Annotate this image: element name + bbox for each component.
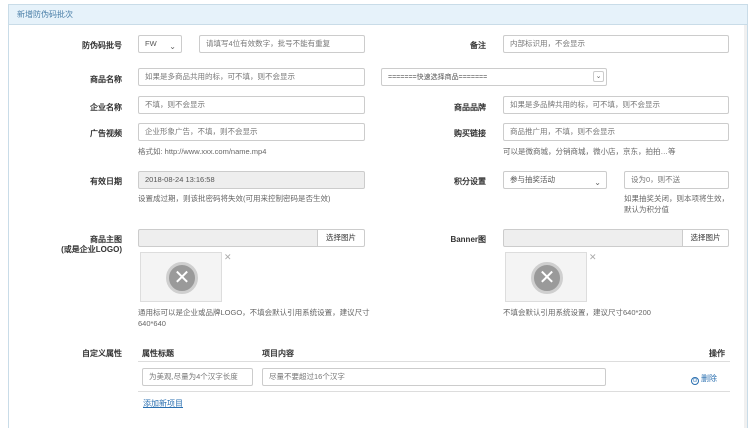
quick-select-value: =======快速选择商品======= (388, 74, 488, 81)
points-mode-value: 参与抽奖活动 (510, 175, 555, 184)
scrollbar[interactable] (744, 25, 747, 428)
company-name-input[interactable]: 不填，则不会显示 (138, 96, 365, 114)
form-panel: 新增防伪码批次 (8, 4, 748, 428)
banner-label: Banner图 (450, 235, 486, 244)
banner-image-path (503, 229, 683, 247)
points-value-input[interactable]: 设为0，则不送 (624, 171, 729, 189)
attr-content-input[interactable]: 尽量不要超过16个汉字 (262, 368, 606, 386)
banner-hint: 不填会默认引用系统设置，建议尺寸640*200 (503, 308, 651, 317)
quick-select-product[interactable]: =======快速选择商品======= ⌄ (381, 68, 607, 86)
expire-label: 有效日期 (90, 177, 122, 186)
main-image-preview: ✕ (140, 252, 222, 302)
points-hint: 如果抽奖关闭，则本项将生效，默认为积分值 (624, 194, 729, 214)
close-icon[interactable]: ✕ (589, 253, 597, 262)
batch-no-input[interactable]: 请填写4位有效数字，批号不能有重复 (199, 35, 365, 53)
expire-input[interactable]: 2018-08-24 13:16:58 (138, 171, 365, 189)
batch-prefix-select[interactable]: FW ⌄ (138, 35, 182, 53)
main-image-hint: 通用标可以是企业或品牌LOGO，不填会默认引用系统设置，建议尺寸640*640 (138, 308, 370, 328)
product-name-input[interactable]: 如果是多商品共用的标，可不填，则不会显示 (138, 68, 365, 86)
main-image-path (138, 229, 318, 247)
main-image-pick-button[interactable]: 选择图片 (318, 229, 365, 247)
brand-label: 商品品牌 (454, 103, 486, 112)
panel-title: 新增防伪码批次 (9, 5, 747, 25)
delete-row-button[interactable]: ⊙ 删除 (691, 373, 717, 385)
close-icon[interactable]: ✕ (224, 253, 232, 262)
banner-pick-button[interactable]: 选择图片 (683, 229, 729, 247)
col-header-action: 操作 (709, 349, 725, 358)
broken-image-icon: ✕ (166, 262, 198, 294)
main-image-sublabel: (或是企业LOGO) (61, 245, 122, 254)
remark-label: 备注 (470, 41, 486, 50)
chevron-down-icon: ⌄ (169, 42, 176, 51)
batch-no-label: 防伪码批号 (82, 41, 122, 50)
batch-prefix-value: FW (145, 39, 157, 48)
col-header-name: 属性标题 (142, 349, 174, 358)
table-divider (138, 391, 730, 392)
broken-image-icon: ✕ (531, 262, 563, 294)
custom-attrs-label: 自定义属性 (82, 349, 122, 358)
banner-preview: ✕ (505, 252, 587, 302)
ad-video-label: 广告视频 (90, 129, 122, 138)
delete-label: 删除 (701, 374, 717, 383)
brand-input[interactable]: 如果是多品牌共用的标，可不填，则不会显示 (503, 96, 729, 114)
delete-circle-icon: ⊙ (691, 377, 699, 385)
chevron-down-icon: ⌄ (594, 178, 601, 187)
product-name-label: 商品名称 (90, 75, 122, 84)
points-label: 积分设置 (454, 177, 486, 186)
ad-video-input[interactable]: 企业形象广告，不填，则不会显示 (138, 123, 365, 141)
buy-link-input[interactable]: 商品推广用，不填，则不会显示 (503, 123, 729, 141)
attr-name-input[interactable]: 为美观,尽量为4个汉字长度 (142, 368, 253, 386)
company-name-label: 企业名称 (90, 103, 122, 112)
expire-hint: 设置成过期，则该批密码将失效(可用来控制密码是否生效) (138, 194, 331, 203)
chevron-down-icon: ⌄ (593, 71, 604, 82)
buy-link-label: 购买链接 (454, 129, 486, 138)
add-item-link[interactable]: 添加新项目 (143, 398, 183, 409)
buy-link-hint: 可以是微商城，分销商城，微小店，京东，拍拍…等 (503, 147, 676, 156)
col-header-content: 项目内容 (262, 349, 294, 358)
table-divider (138, 361, 730, 362)
ad-video-hint: 格式如: http://www.xxx.com/name.mp4 (138, 147, 267, 156)
points-mode-select[interactable]: 参与抽奖活动 ⌄ (503, 171, 607, 189)
remark-input[interactable]: 内部标识用，不会显示 (503, 35, 729, 53)
